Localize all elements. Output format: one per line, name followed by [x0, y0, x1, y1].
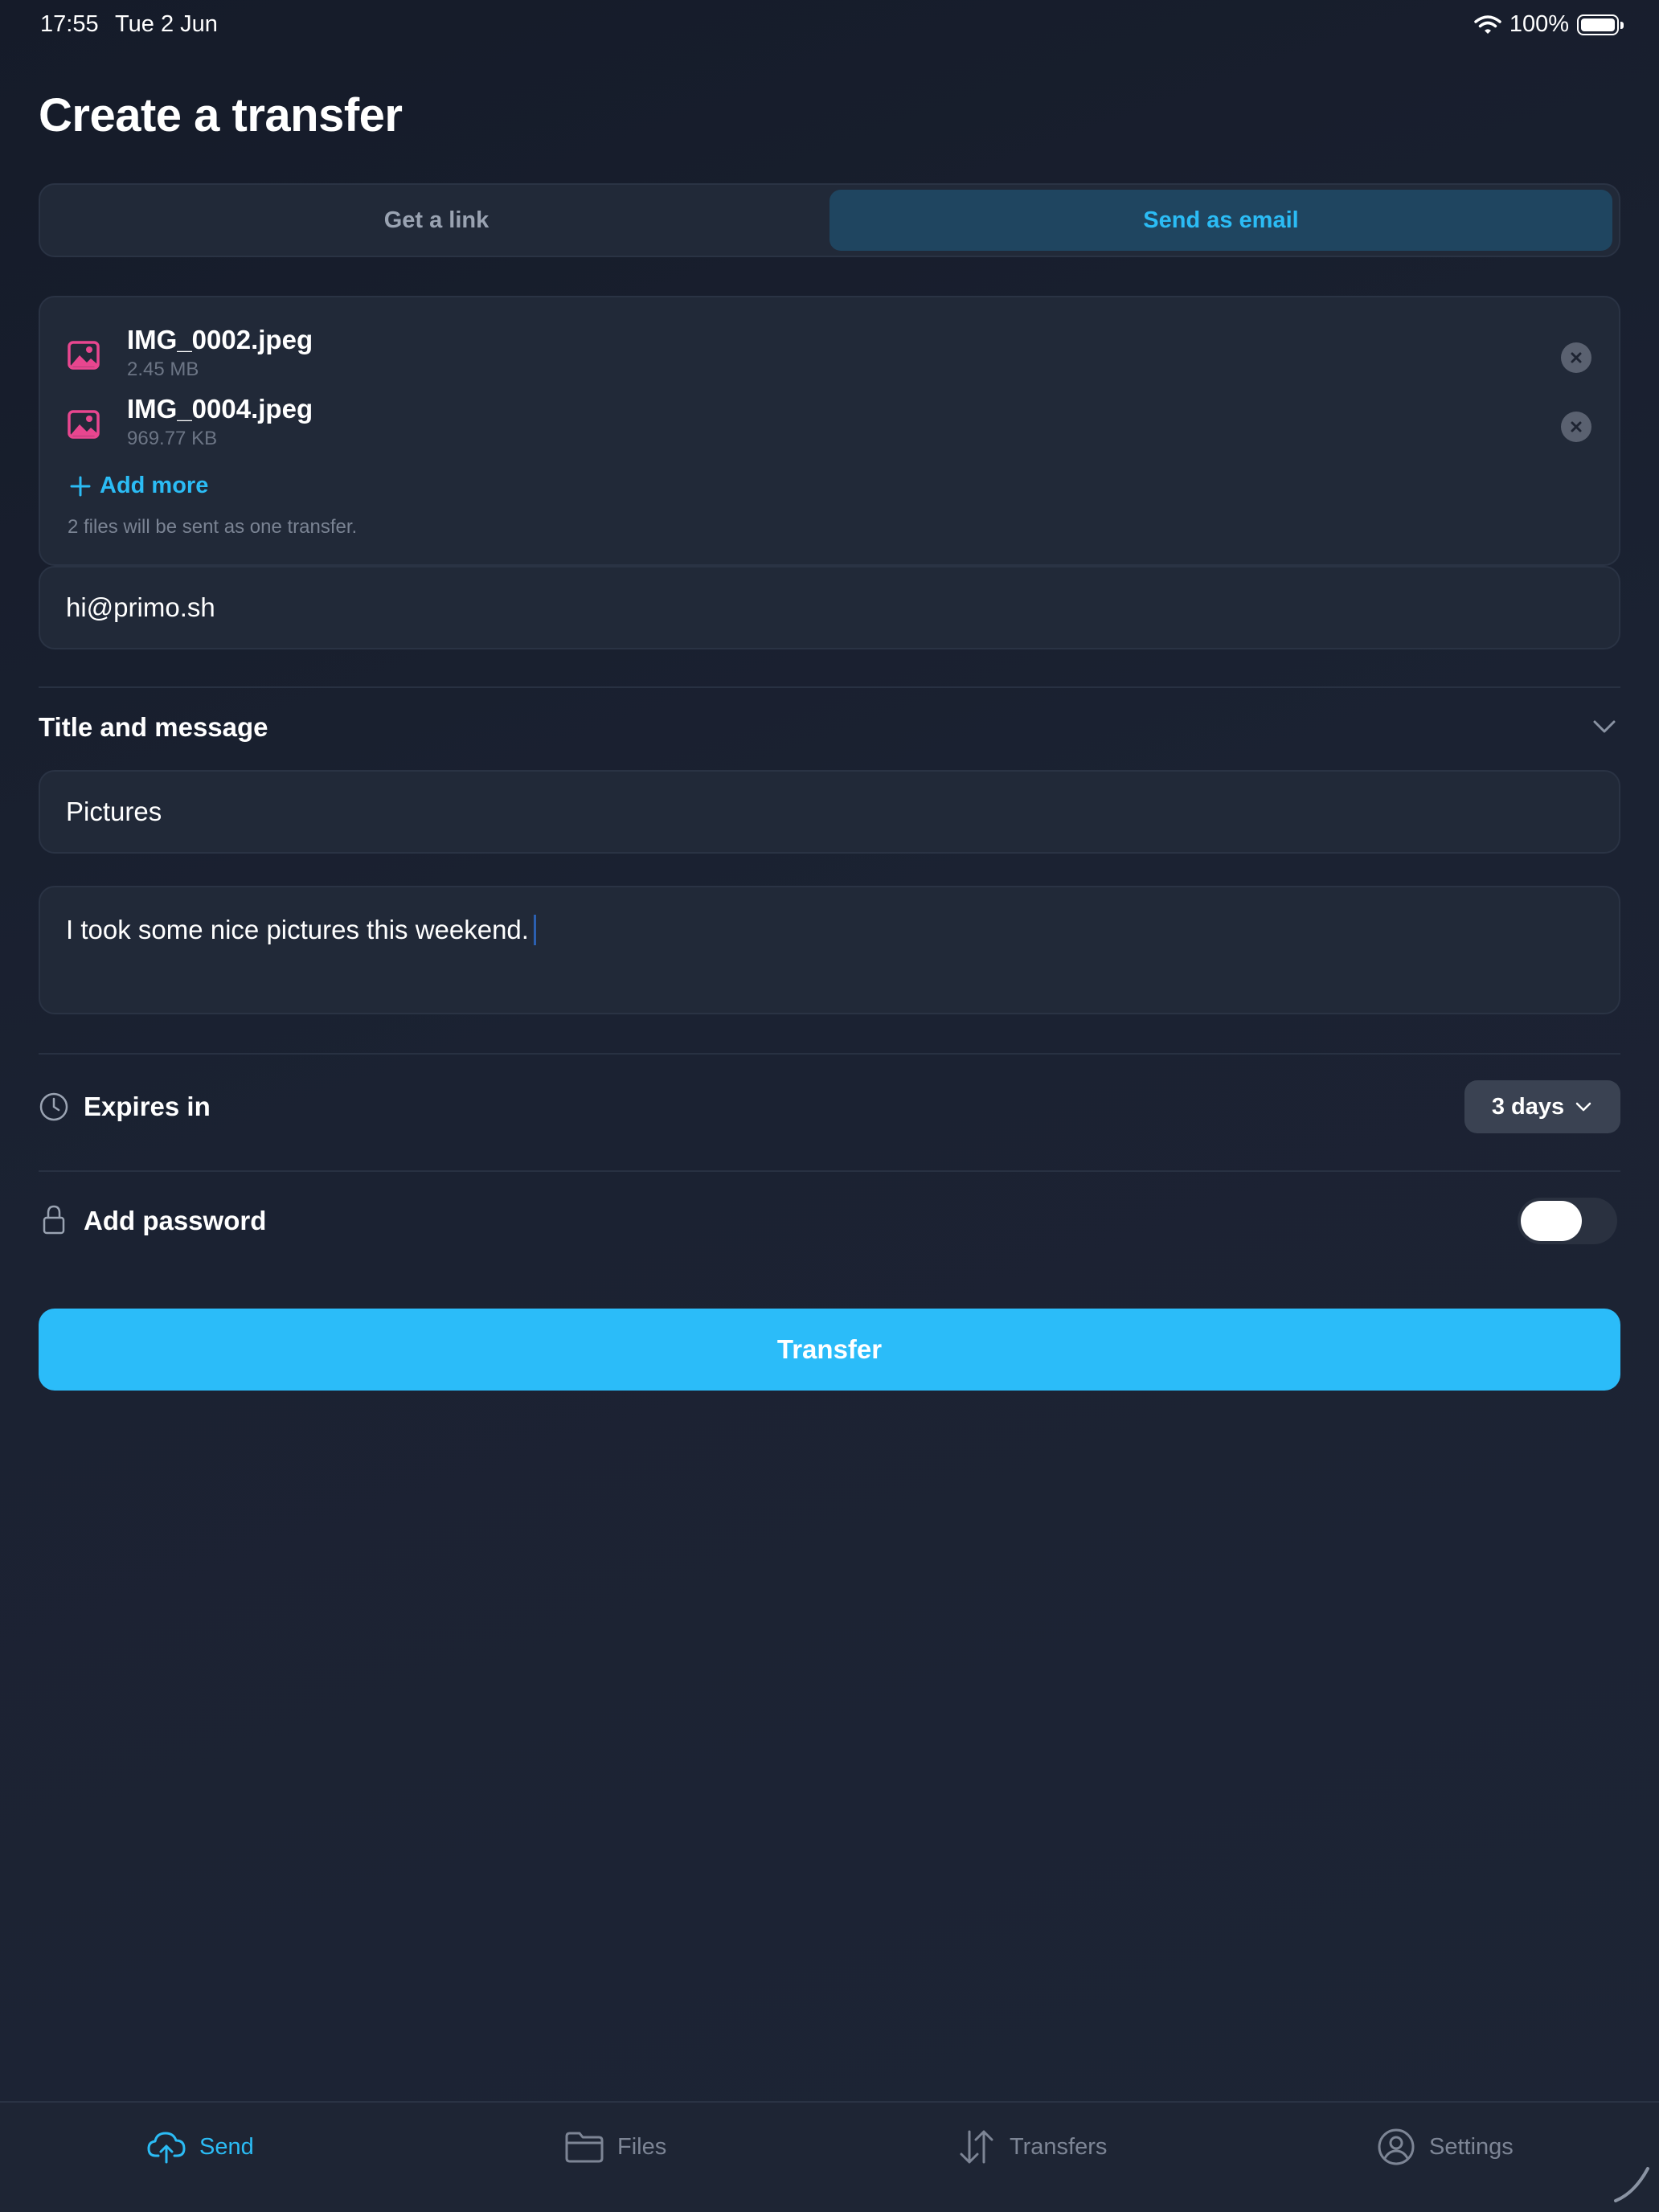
tab-transfers-label: Transfers [1010, 2133, 1108, 2160]
file-row: IMG_0004.jpeg 969.77 KB [40, 392, 1619, 457]
image-file-icon [68, 341, 100, 370]
expires-label: Expires in [84, 1092, 211, 1121]
divider [39, 1170, 1620, 1172]
folder-icon [565, 2132, 604, 2163]
status-bar: 17:55 Tue 2 Jun 100% [0, 0, 1659, 51]
password-toggle[interactable] [1518, 1198, 1617, 1244]
title-field[interactable]: Pictures [39, 770, 1620, 854]
transfer-button[interactable]: Transfer [39, 1309, 1620, 1391]
file-name: IMG_0004.jpeg [127, 394, 313, 424]
battery-percent: 100% [1509, 11, 1569, 37]
tab-bar: Send Files Transfers Settings [0, 2101, 1659, 2212]
expiry-value: 3 days [1491, 1093, 1565, 1120]
lock-icon [43, 1205, 65, 1235]
plus-icon [70, 476, 91, 496]
page-title: Create a transfer [39, 89, 403, 141]
add-more-button[interactable]: Add more [69, 473, 208, 499]
transfer-mode-segmented-control: Get a link Send as email [39, 183, 1620, 257]
user-circle-icon [1378, 2128, 1415, 2165]
battery-icon [1577, 14, 1624, 35]
file-name: IMG_0002.jpeg [127, 325, 313, 354]
divider [39, 686, 1620, 688]
file-size: 969.77 KB [127, 428, 218, 449]
divider [39, 1053, 1620, 1055]
segment-get-a-link[interactable]: Get a link [45, 190, 828, 251]
message-value: I took some nice pictures this weekend. [66, 915, 529, 944]
title-and-message-header: Title and message [39, 712, 268, 742]
tab-files[interactable]: Files [564, 2127, 666, 2167]
email-field[interactable]: hi@primo.sh [39, 566, 1620, 649]
files-note: 2 files will be sent as one transfer. [68, 516, 358, 538]
chevron-down-icon[interactable] [1588, 711, 1620, 743]
image-file-icon [68, 410, 100, 439]
chevron-down-icon [1575, 1102, 1591, 1112]
text-caret [533, 915, 536, 945]
app-screen: 17:55 Tue 2 Jun 100% Create a transfer G… [0, 0, 1659, 2212]
add-password-label: Add password [84, 1206, 267, 1235]
status-time: 17:55 [40, 11, 99, 37]
close-icon [1571, 421, 1582, 432]
files-card: IMG_0002.jpeg 2.45 MB IMG_0004.jpeg 969.… [39, 296, 1620, 566]
toggle-knob [1521, 1201, 1582, 1241]
clock-icon [39, 1092, 68, 1121]
close-icon [1571, 352, 1582, 363]
expiry-select[interactable]: 3 days [1464, 1080, 1620, 1133]
arrows-up-down-icon [960, 2130, 993, 2164]
title-value: Pictures [66, 797, 162, 826]
status-date: Tue 2 Jun [115, 11, 218, 37]
cloud-upload-icon [147, 2132, 186, 2164]
tab-transfers[interactable]: Transfers [956, 2127, 1107, 2167]
tab-send-label: Send [199, 2133, 254, 2160]
remove-file-button[interactable] [1561, 342, 1591, 373]
tab-settings-label: Settings [1429, 2133, 1514, 2160]
remove-file-button[interactable] [1561, 412, 1591, 442]
file-size: 2.45 MB [127, 358, 199, 380]
message-field[interactable]: I took some nice pictures this weekend. [39, 886, 1620, 1014]
corner-indicator-icon [1614, 2167, 1649, 2202]
tab-send[interactable]: Send [146, 2127, 254, 2167]
status-indicators: 100% [1474, 11, 1624, 38]
email-value: hi@primo.sh [66, 592, 215, 622]
add-more-label: Add more [100, 473, 209, 498]
file-row: IMG_0002.jpeg 2.45 MB [40, 323, 1619, 387]
tab-files-label: Files [617, 2133, 667, 2160]
tab-settings[interactable]: Settings [1376, 2127, 1514, 2167]
wifi-icon [1474, 14, 1501, 34]
segment-send-as-email[interactable]: Send as email [830, 190, 1612, 251]
